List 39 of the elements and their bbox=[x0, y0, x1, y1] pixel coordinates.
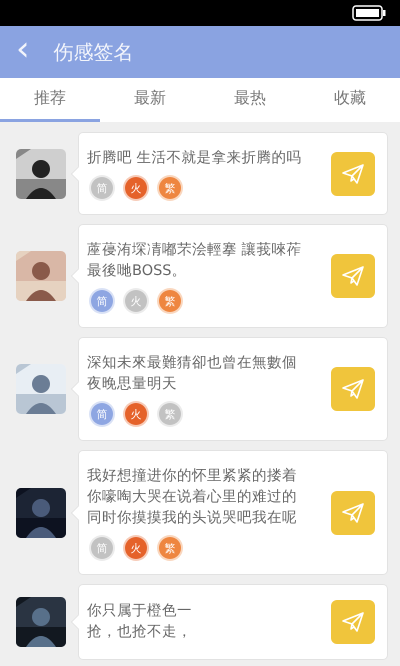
style-badge[interactable]: 火 bbox=[125, 290, 147, 312]
battery-icon bbox=[352, 5, 386, 21]
paper-plane-icon bbox=[341, 610, 365, 634]
back-button[interactable]: ‹ bbox=[16, 32, 30, 66]
style-badge[interactable]: 繁 bbox=[159, 537, 181, 559]
tab[interactable]: 最新 bbox=[100, 78, 200, 122]
signature-text: 夜晚思量明天 bbox=[87, 374, 178, 394]
style-badge[interactable]: 简 bbox=[91, 177, 113, 199]
signature-text: 深知未來最難猜卻也曾在無數個 bbox=[87, 354, 298, 373]
paper-plane-icon bbox=[341, 162, 365, 186]
paper-plane-icon bbox=[341, 264, 365, 288]
send-button[interactable] bbox=[331, 600, 375, 644]
signature-text: 折腾吧 生活不就是拿来折腾的吗 bbox=[87, 149, 303, 168]
style-badge[interactable]: 繁 bbox=[159, 290, 181, 312]
signature-text: 你嚎啕大哭在说着心里的难过的 bbox=[87, 488, 298, 507]
paper-plane-icon bbox=[341, 500, 365, 524]
signature-text: 蓙葠洧堔凊嘟芣浍輕搴 讓莪唻莋 bbox=[87, 240, 303, 260]
signature-text: 抢，也抢不走， bbox=[87, 623, 193, 642]
send-button[interactable] bbox=[331, 152, 375, 196]
send-button[interactable] bbox=[331, 254, 375, 298]
page-title: 伤感签名 bbox=[54, 38, 134, 66]
send-button[interactable] bbox=[331, 367, 375, 411]
style-badge[interactable]: 简 bbox=[91, 537, 113, 559]
signature-text: 同时你摸摸我的头说哭吧我在呢 bbox=[87, 509, 298, 528]
style-badge[interactable]: 简 bbox=[91, 403, 113, 425]
signature-text: 我好想撞进你的怀里紧紧的搂着 bbox=[87, 466, 298, 486]
style-badge[interactable]: 繁 bbox=[159, 177, 181, 199]
style-badge[interactable]: 繁 bbox=[159, 403, 181, 425]
tab[interactable]: 收藏 bbox=[300, 78, 400, 122]
send-button[interactable] bbox=[331, 490, 375, 534]
style-badge[interactable]: 火 bbox=[125, 177, 147, 199]
tab[interactable]: 推荐 bbox=[0, 78, 100, 122]
style-badge[interactable]: 火 bbox=[125, 537, 147, 559]
signature-text: 你只属于橙色一 bbox=[87, 602, 193, 621]
paper-plane-icon bbox=[341, 377, 365, 401]
style-badge[interactable]: 火 bbox=[125, 403, 147, 425]
style-badge[interactable]: 简 bbox=[91, 290, 113, 312]
signature-text: 最後哋BOSS。 bbox=[87, 262, 188, 281]
tab[interactable]: 最热 bbox=[200, 78, 300, 122]
